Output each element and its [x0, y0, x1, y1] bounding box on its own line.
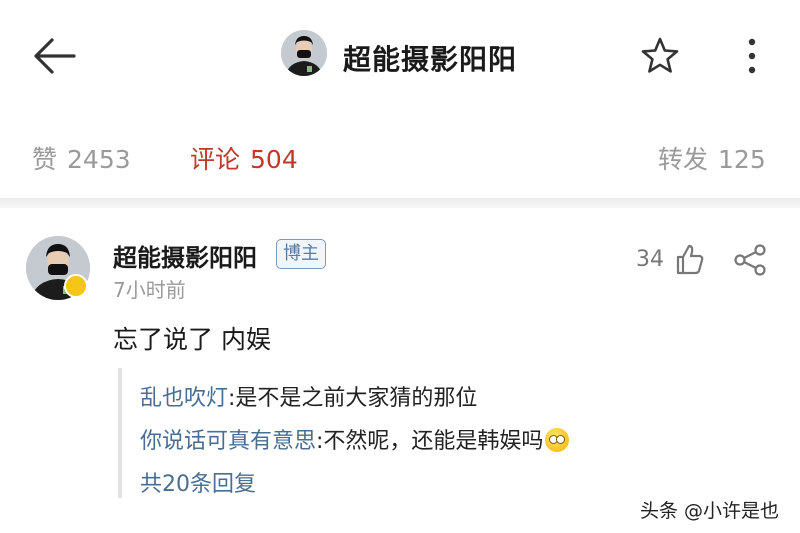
star-outline-icon	[641, 37, 679, 73]
reply-item[interactable]: 乱也吹灯:是不是之前大家猜的那位	[140, 380, 477, 412]
comment-like-count: 34	[636, 247, 664, 272]
tab-likes[interactable]: 赞 2453	[32, 140, 131, 176]
reply-thread: 乱也吹灯:是不是之前大家猜的那位 你说话可真有意思:不然呢，还能是韩娱吗 共20…	[118, 368, 658, 498]
comment-author[interactable]: 超能摄影阳阳	[113, 238, 257, 273]
comments-label: 评论	[190, 145, 241, 174]
more-vertical-icon	[748, 38, 756, 74]
share-icon	[734, 244, 766, 276]
reposts-label: 转发	[658, 145, 709, 174]
reply-user[interactable]: 你说话可真有意思	[140, 429, 316, 454]
likes-label: 赞	[32, 145, 58, 174]
stats-bar: 赞 2453 评论 504 转发 125	[0, 112, 800, 200]
reply-user[interactable]: 乱也吹灯	[140, 386, 228, 411]
back-button[interactable]	[30, 36, 78, 76]
share-button[interactable]	[733, 244, 767, 276]
watermark: 头条 @小许是也	[640, 500, 780, 522]
reply-text: :是不是之前大家猜的那位	[228, 386, 478, 411]
top-bar: 超能摄影阳阳	[0, 0, 800, 112]
page-title: 超能摄影阳阳	[343, 43, 518, 76]
author-tag: 博主	[276, 239, 326, 269]
reply-item[interactable]: 你说话可真有意思:不然呢，还能是韩娱吗	[140, 423, 570, 455]
likes-count: 2453	[67, 145, 131, 174]
tab-comments[interactable]: 评论 504	[190, 140, 298, 176]
favorite-button[interactable]	[638, 34, 682, 78]
like-button[interactable]	[675, 242, 705, 276]
comment-text: 忘了说了 内娱	[113, 325, 271, 354]
reply-text: :不然呢，还能是韩娱吗	[316, 429, 544, 454]
header-avatar[interactable]	[281, 30, 327, 76]
more-button[interactable]	[740, 34, 764, 78]
arrow-left-icon	[34, 38, 76, 74]
comment-time: 7小时前	[113, 278, 186, 302]
view-all-replies-link[interactable]: 共20条回复	[140, 466, 256, 498]
thumbs-up-icon	[676, 244, 704, 275]
verified-badge	[64, 274, 88, 298]
comments-count: 504	[250, 145, 298, 174]
eye-roll-emoji-icon	[545, 428, 570, 452]
tab-reposts[interactable]: 转发 125	[658, 140, 766, 176]
reposts-count: 125	[718, 145, 766, 174]
section-divider	[0, 198, 800, 208]
